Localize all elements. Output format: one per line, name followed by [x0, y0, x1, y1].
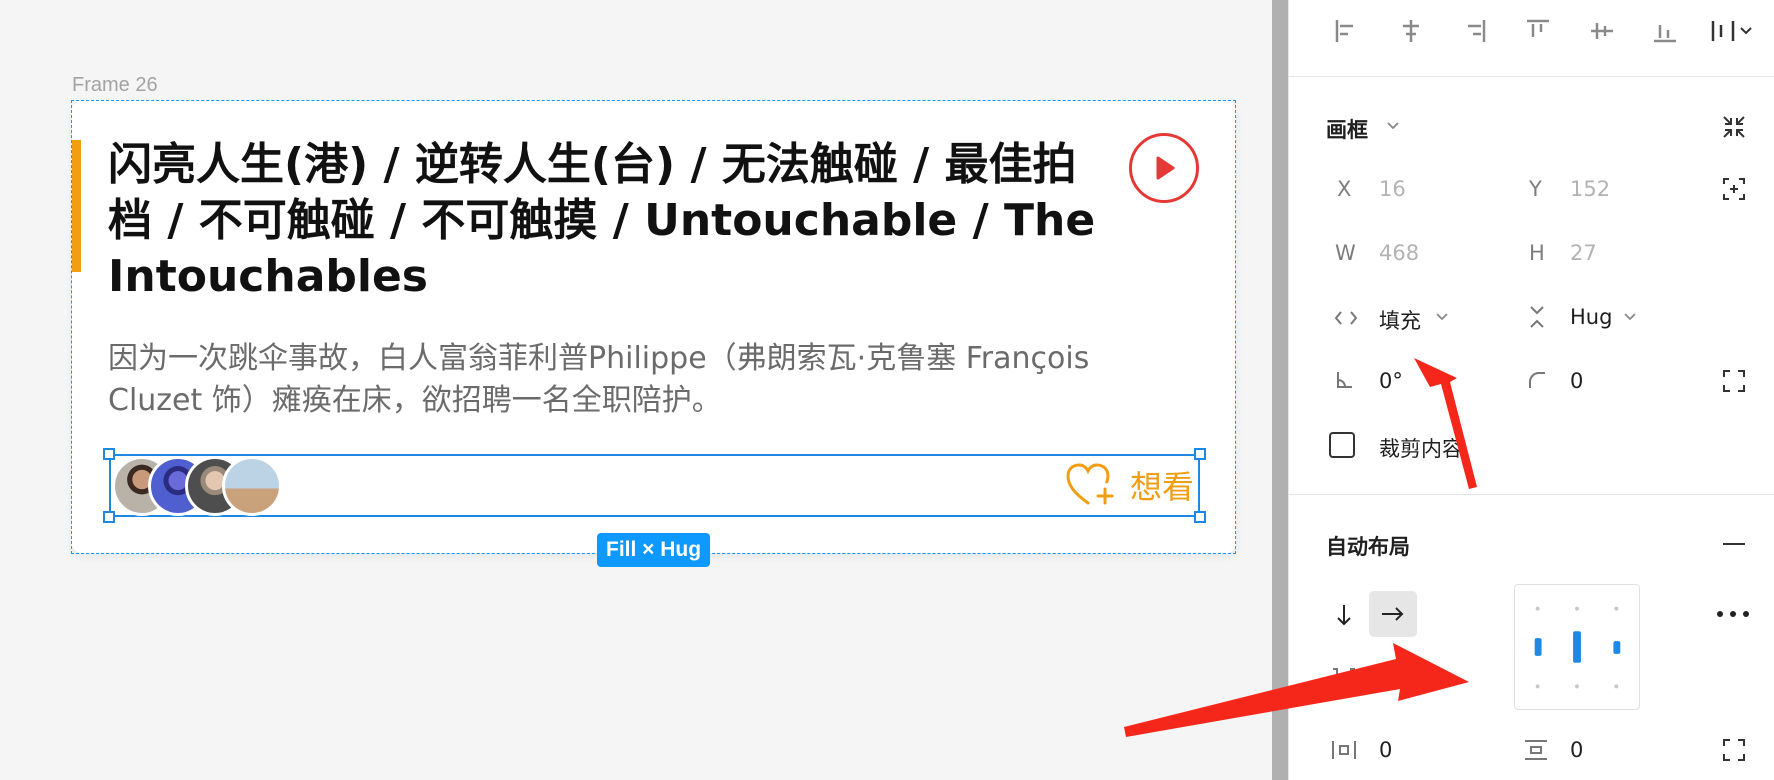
collapse-frame-icon[interactable] [1719, 112, 1749, 142]
horizontal-padding-input[interactable]: 0 [1379, 738, 1392, 762]
y-input[interactable]: 152 [1570, 177, 1610, 201]
w-input[interactable]: 468 [1379, 241, 1419, 265]
chevron-down-icon[interactable] [1433, 308, 1451, 326]
frame-section-title[interactable]: 画框 [1326, 114, 1368, 144]
vertical-resize-icon [1525, 302, 1549, 332]
y-label: Y [1529, 177, 1542, 201]
individual-padding-icon[interactable] [1719, 735, 1749, 765]
distribute-dropdown-icon[interactable] [1707, 14, 1757, 48]
x-label: X [1337, 177, 1352, 201]
canvas-panel-divider[interactable] [1272, 0, 1288, 780]
section-divider [1289, 494, 1774, 495]
h-label: H [1529, 241, 1545, 265]
resize-handle-bottom-right[interactable] [1194, 511, 1206, 523]
size-badge: Fill × Hug [597, 533, 711, 567]
play-button[interactable] [1129, 133, 1199, 203]
movie-description[interactable]: 因为一次跳伞事故，白人富翁菲利普Philippe（弗朗索瓦·克鲁塞 Franço… [108, 338, 1188, 422]
spacing-icon [1329, 665, 1359, 691]
spacing-mode-select[interactable]: Auto [1379, 667, 1428, 691]
movie-title[interactable]: 闪亮人生(港) / 逆转人生(台) / 无法触碰 / 最佳拍档 / 不可触碰 /… [108, 137, 1098, 305]
corner-radius-icon [1525, 368, 1549, 392]
align-vertical-center-icon[interactable] [1585, 14, 1619, 48]
resize-handle-top-right[interactable] [1194, 448, 1206, 460]
vertical-padding-icon [1521, 737, 1551, 763]
align-right-icon[interactable] [1457, 14, 1491, 48]
play-icon [1156, 156, 1175, 180]
heart-plus-icon [1066, 463, 1114, 505]
align-bottom-icon[interactable] [1648, 14, 1682, 48]
more-options-icon[interactable] [1709, 602, 1757, 626]
design-canvas[interactable]: Frame 26 闪亮人生(港) / 逆转人生(台) / 无法触碰 / 最佳拍档… [0, 0, 1272, 780]
align-horizontal-center-icon[interactable] [1394, 14, 1428, 48]
resize-handle-top-left[interactable] [103, 448, 115, 460]
want-to-watch-label: 想看 [1130, 468, 1195, 506]
want-to-watch-button[interactable]: 想看 [1066, 462, 1194, 508]
alignment-toolbar [1289, 0, 1774, 77]
auto-layout-title[interactable]: 自动布局 [1326, 531, 1410, 561]
independent-corners-icon[interactable] [1719, 366, 1749, 396]
corner-radius-input[interactable]: 0 [1570, 369, 1583, 393]
alignment-grid[interactable] [1514, 584, 1640, 710]
chevron-down-icon[interactable] [1621, 308, 1639, 326]
align-top-icon[interactable] [1521, 14, 1555, 48]
rotation-icon [1332, 368, 1356, 392]
horizontal-resize-icon [1331, 306, 1361, 330]
remove-auto-layout-icon[interactable] [1719, 532, 1749, 556]
horizontal-sizing-select[interactable]: 填充 [1379, 305, 1421, 335]
clip-content-checkbox[interactable] [1329, 432, 1355, 458]
frame-label[interactable]: Frame 26 [72, 74, 158, 97]
avatar [222, 456, 282, 516]
vertical-sizing-select[interactable]: Hug [1570, 305, 1612, 329]
clip-content-label: 裁剪内容 [1379, 437, 1463, 461]
rotation-input[interactable]: 0° [1379, 369, 1403, 393]
title-accent-bar [72, 140, 81, 272]
w-label: W [1335, 241, 1356, 265]
chevron-down-icon[interactable] [1383, 116, 1403, 136]
absolute-position-icon[interactable] [1719, 174, 1749, 204]
direction-vertical-icon[interactable] [1331, 600, 1357, 630]
h-input[interactable]: 27 [1570, 241, 1597, 265]
vertical-padding-input[interactable]: 0 [1570, 738, 1583, 762]
direction-horizontal-icon[interactable] [1369, 591, 1417, 637]
horizontal-padding-icon [1329, 737, 1359, 763]
align-left-icon[interactable] [1330, 14, 1364, 48]
x-input[interactable]: 16 [1379, 177, 1406, 201]
resize-handle-bottom-left[interactable] [103, 511, 115, 523]
properties-panel: 画框 X 16 Y 152 W 468 H 27 填充 Hug 0° 0 裁剪内… [1288, 0, 1774, 780]
